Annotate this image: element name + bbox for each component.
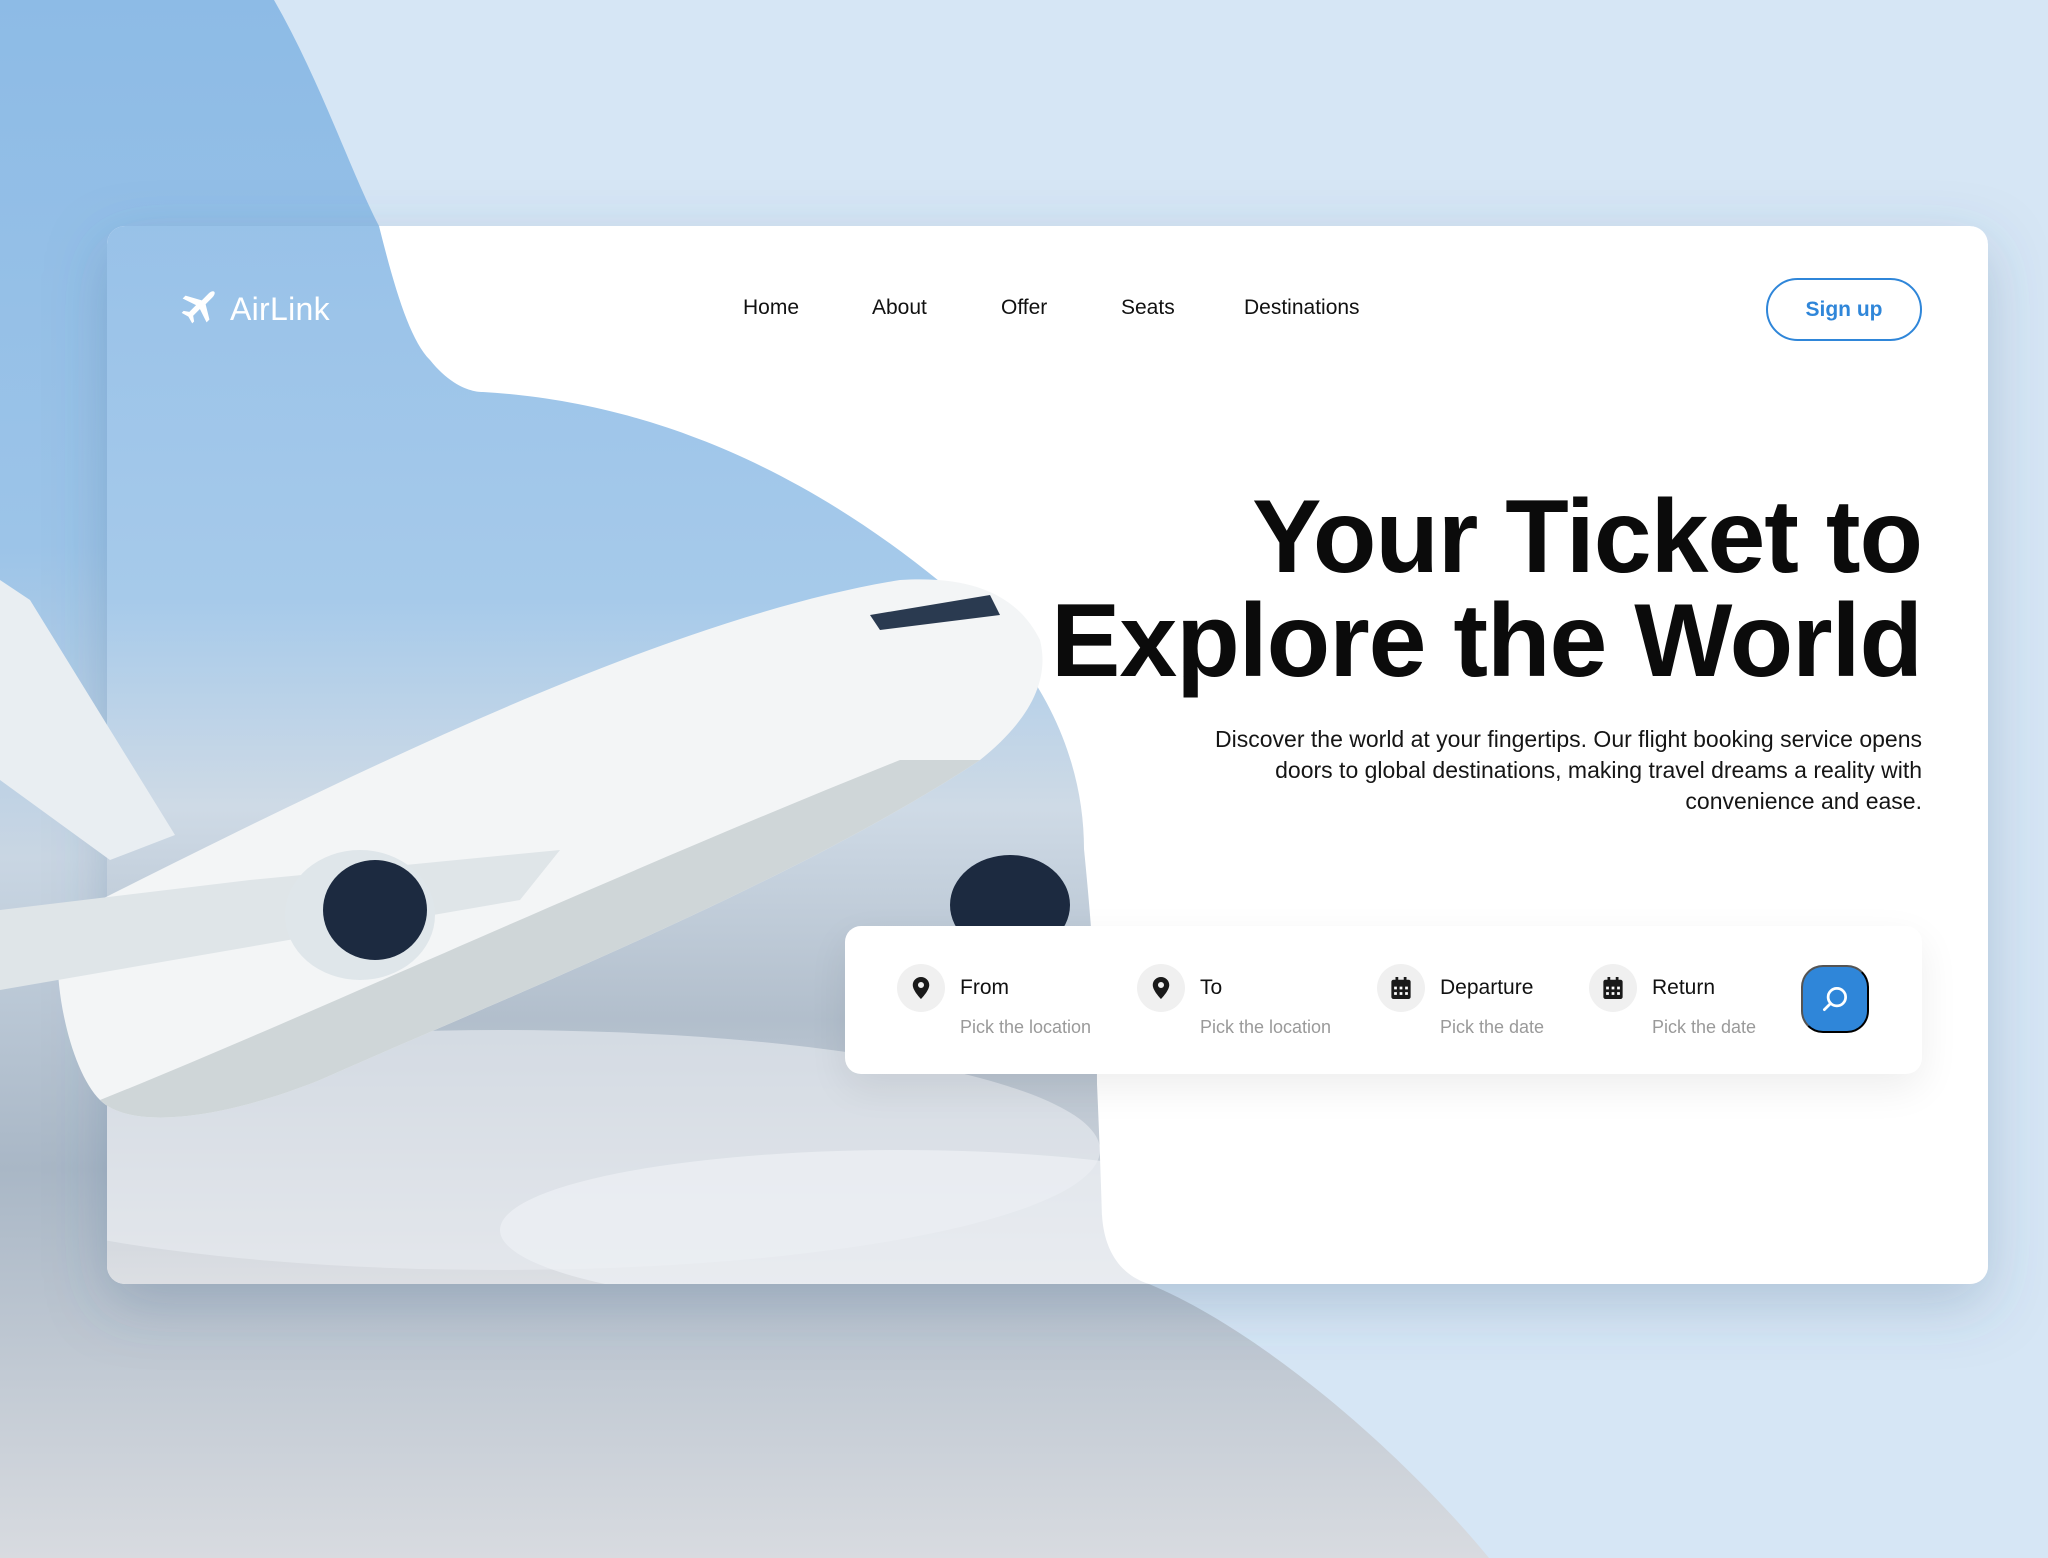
location-pin-icon xyxy=(897,964,945,1012)
airplane-icon xyxy=(181,291,215,324)
flight-search-bar: From Pick the location To Pick the locat… xyxy=(845,926,1922,1074)
return-placeholder: Pick the date xyxy=(1652,1017,1757,1037)
from-label: From xyxy=(960,976,1009,999)
nav-destinations[interactable]: Destinations xyxy=(1244,296,1360,320)
nav-seats[interactable]: Seats xyxy=(1121,296,1175,320)
departure-placeholder: Pick the date xyxy=(1440,1017,1545,1037)
search-icon xyxy=(1823,987,1847,1011)
hero-title: Your Ticket to Explore the World xyxy=(1022,479,1923,699)
to-label: To xyxy=(1200,976,1223,999)
to-placeholder: Pick the location xyxy=(1200,1017,1332,1037)
sign-up-button[interactable]: Sign up xyxy=(1766,278,1922,341)
brand-name: AirLink xyxy=(230,290,330,327)
brand-logo[interactable]: AirLink xyxy=(174,286,330,332)
from-placeholder: Pick the location xyxy=(960,1017,1092,1037)
nav-about[interactable]: About xyxy=(872,296,927,320)
hero-description: Discover the world at your fingertips. O… xyxy=(1215,726,1922,814)
location-pin-icon xyxy=(1137,964,1185,1012)
hero-title-line-1: Your Ticket to xyxy=(1252,479,1923,595)
search-button[interactable] xyxy=(1801,965,1869,1033)
hero-title-line-2: Explore the World xyxy=(1051,583,1923,699)
departure-label: Departure xyxy=(1440,976,1534,999)
nav-offer[interactable]: Offer xyxy=(1001,296,1047,320)
calendar-icon xyxy=(1377,964,1425,1012)
return-label: Return xyxy=(1652,976,1716,999)
calendar-icon xyxy=(1589,964,1637,1012)
nav-home[interactable]: Home xyxy=(743,296,799,320)
